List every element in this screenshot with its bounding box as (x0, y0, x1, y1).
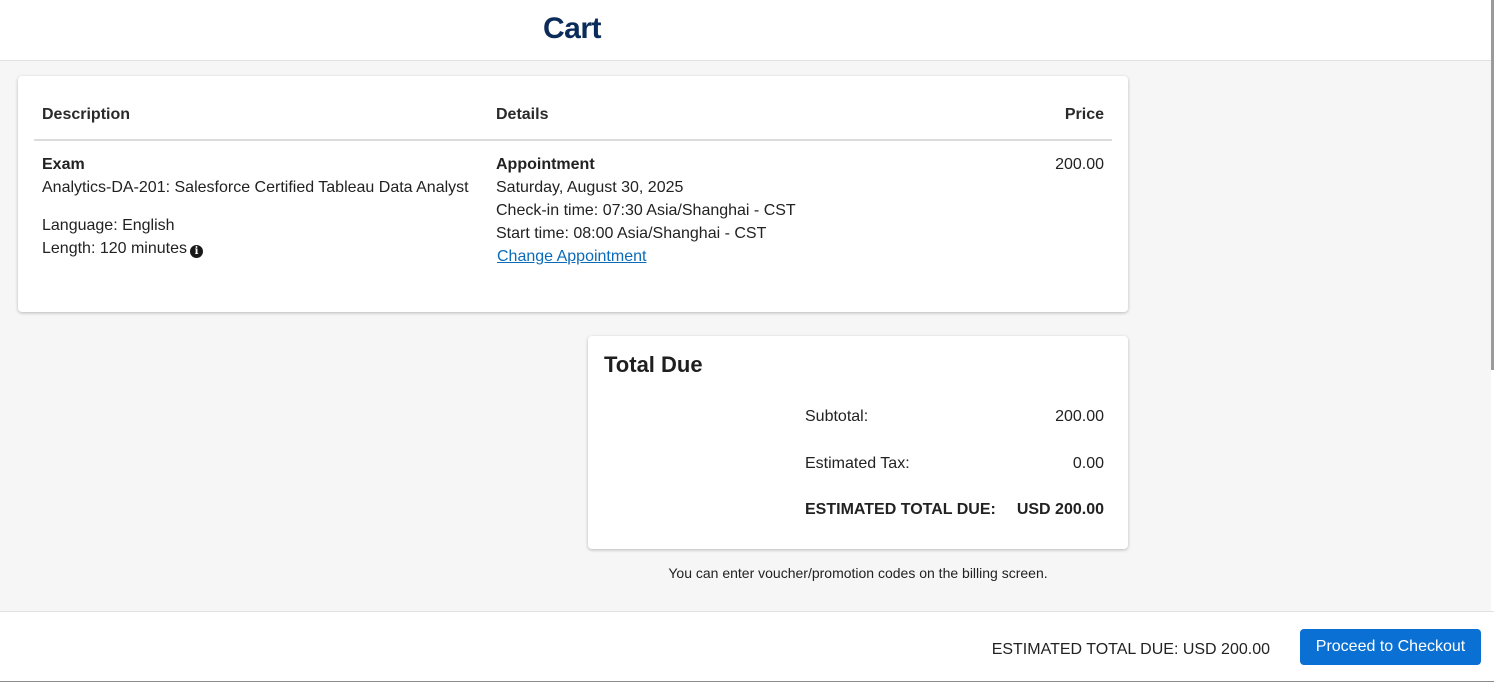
start-time: Start time: 08:00 Asia/Shanghai - CST (496, 225, 767, 242)
appointment-date: Saturday, August 30, 2025 (496, 179, 684, 196)
column-header-price: Price (1064, 106, 1104, 123)
appointment-title: Appointment (496, 156, 595, 173)
info-icon[interactable]: i (190, 245, 203, 258)
cart-page: Cart Description Details Price Exam Anal… (0, 0, 1494, 682)
total-due-title: Total Due (604, 352, 703, 377)
subtotal-value: 200.00 (1055, 408, 1104, 425)
item-type: Exam (42, 156, 85, 173)
change-appointment-link[interactable]: Change Appointment (497, 245, 646, 268)
subtotal-label: Subtotal: (805, 408, 869, 425)
header: Cart (0, 0, 1494, 61)
item-length: Length: 120 minutes (42, 240, 187, 257)
footer-total-due: ESTIMATED TOTAL DUE: USD 200.00 (991, 641, 1270, 658)
item-language: Language: English (42, 217, 175, 234)
footer-bar: ESTIMATED TOTAL DUE: USD 200.00 Proceed … (0, 611, 1494, 682)
tax-label: Estimated Tax: (805, 455, 910, 472)
item-length-row: Length: 120 minutes i (42, 237, 469, 260)
estimated-total-label: ESTIMATED TOTAL DUE: (805, 501, 996, 518)
column-header-details: Details (496, 106, 549, 123)
column-header-description: Description (42, 106, 131, 123)
estimated-total-value: USD 200.00 (1016, 501, 1104, 518)
checkin-time: Check-in time: 07:30 Asia/Shanghai - CST (496, 202, 796, 219)
voucher-note: You can enter voucher/promotion codes on… (668, 565, 1048, 581)
proceed-to-checkout-button[interactable]: Proceed to Checkout (1300, 629, 1481, 665)
tax-value: 0.00 (1072, 455, 1104, 472)
cart-items-card: Description Details Price Exam Analytics… (18, 76, 1128, 312)
details-cell: Appointment Saturday, August 30, 2025 Ch… (496, 153, 796, 268)
item-name: Analytics-DA-201: Salesforce Certified T… (42, 179, 469, 196)
description-cell: Exam Analytics-DA-201: Salesforce Certif… (42, 153, 469, 260)
total-due-card: Total Due Subtotal: 200.00 Estimated Tax… (588, 336, 1128, 549)
price-cell: 200.00 (1055, 156, 1104, 173)
page-title: Cart (543, 12, 602, 45)
header-divider (34, 139, 1112, 141)
